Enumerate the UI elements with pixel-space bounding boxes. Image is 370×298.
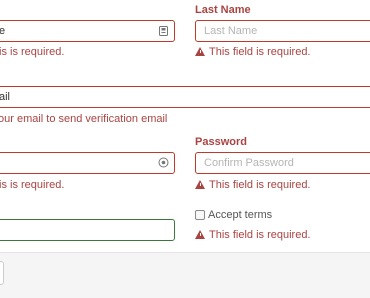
confirm-password-label: Password [195, 136, 247, 148]
last-name-label: Last Name [195, 4, 251, 16]
first-name-error: is is required. [0, 46, 65, 58]
username-input[interactable] [0, 219, 175, 241]
eye-icon[interactable] [158, 157, 169, 171]
id-card-icon [159, 26, 168, 39]
last-name-error: This field is required. [209, 46, 311, 58]
warning-icon [195, 47, 205, 56]
email-error: our email to send verification email [0, 113, 168, 125]
confirm-password-input[interactable] [195, 152, 370, 174]
password-input[interactable] [0, 152, 175, 174]
accept-terms-checkbox[interactable] [195, 210, 205, 220]
email-input[interactable] [0, 86, 370, 108]
form-footer [0, 252, 370, 298]
first-name-input[interactable] [0, 20, 175, 42]
accept-terms-error: This field is required. [209, 229, 311, 241]
warning-icon [195, 230, 205, 239]
password-error: is is required. [0, 179, 65, 191]
submit-button[interactable] [0, 261, 4, 285]
warning-icon [195, 180, 205, 189]
confirm-password-error: This field is required. [209, 179, 311, 191]
last-name-input[interactable] [195, 20, 370, 42]
accept-terms-label[interactable]: Accept terms [208, 209, 272, 221]
